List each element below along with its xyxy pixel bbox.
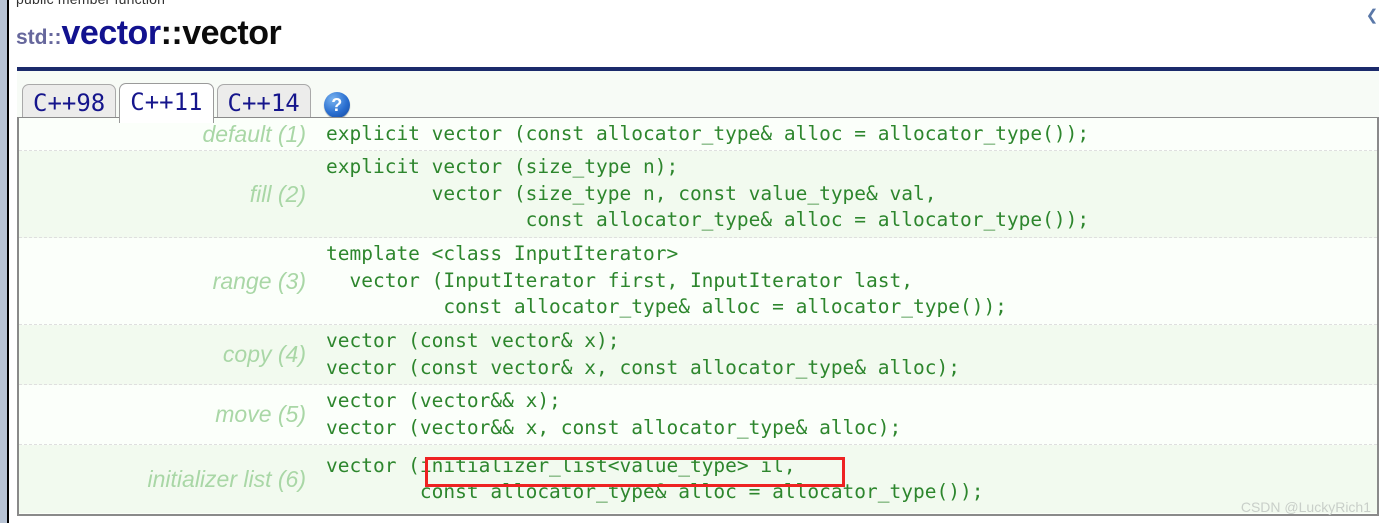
tab-list: C++98 C++11 C++14 ? (17, 75, 350, 123)
table-row: range (3) template <class InputIterator>… (19, 238, 1377, 325)
title-namespace: std:: (16, 26, 62, 49)
table-row: default (1) explicit vector (const alloc… (19, 118, 1377, 151)
table-row: fill (2) explicit vector (size_type n); … (19, 151, 1377, 238)
tab-cpp11[interactable]: C++11 (119, 83, 214, 123)
signature-label: range (3) (212, 267, 306, 294)
title-class: vector (61, 14, 162, 52)
signature-code: vector (initializer_list<value_type> il,… (326, 453, 984, 504)
signature-table: default (1) explicit vector (const alloc… (17, 117, 1379, 516)
cropped-breadcrumb-text: public member function (16, 0, 165, 7)
signature-code: vector (const vector& x); vector (const … (326, 329, 960, 379)
table-row: initializer list (6) vector (initializer… (19, 445, 1377, 513)
chevron-left-icon[interactable]: ❮ (1365, 8, 1379, 24)
signature-code: vector (vector&& x); vector (vector&& x,… (326, 389, 902, 439)
signature-label: default (1) (202, 120, 306, 147)
watermark: CSDN @LuckyRich1 (1240, 499, 1371, 515)
help-icon[interactable]: ? (323, 92, 350, 118)
page-title: std::vector::vector (16, 14, 282, 53)
signature-label: fill (2) (249, 180, 306, 207)
signature-label: copy (4) (222, 341, 306, 367)
signature-code: explicit vector (size_type n); vector (s… (326, 155, 1090, 232)
title-member: ::vector (160, 14, 282, 52)
table-row: move (5) vector (vector&& x); vector (ve… (19, 385, 1377, 445)
signature-label: initializer list (6) (147, 465, 306, 492)
signature-label: move (5) (215, 401, 306, 427)
signature-code: template <class InputIterator> vector (I… (326, 242, 1007, 319)
page-scroll-rail (0, 0, 9, 523)
signature-code: explicit vector (const allocator_type& a… (326, 121, 1090, 145)
version-tabstrip: C++98 C++11 C++14 ? (17, 67, 1379, 123)
table-row: copy (4) vector (const vector& x); vecto… (19, 325, 1377, 385)
